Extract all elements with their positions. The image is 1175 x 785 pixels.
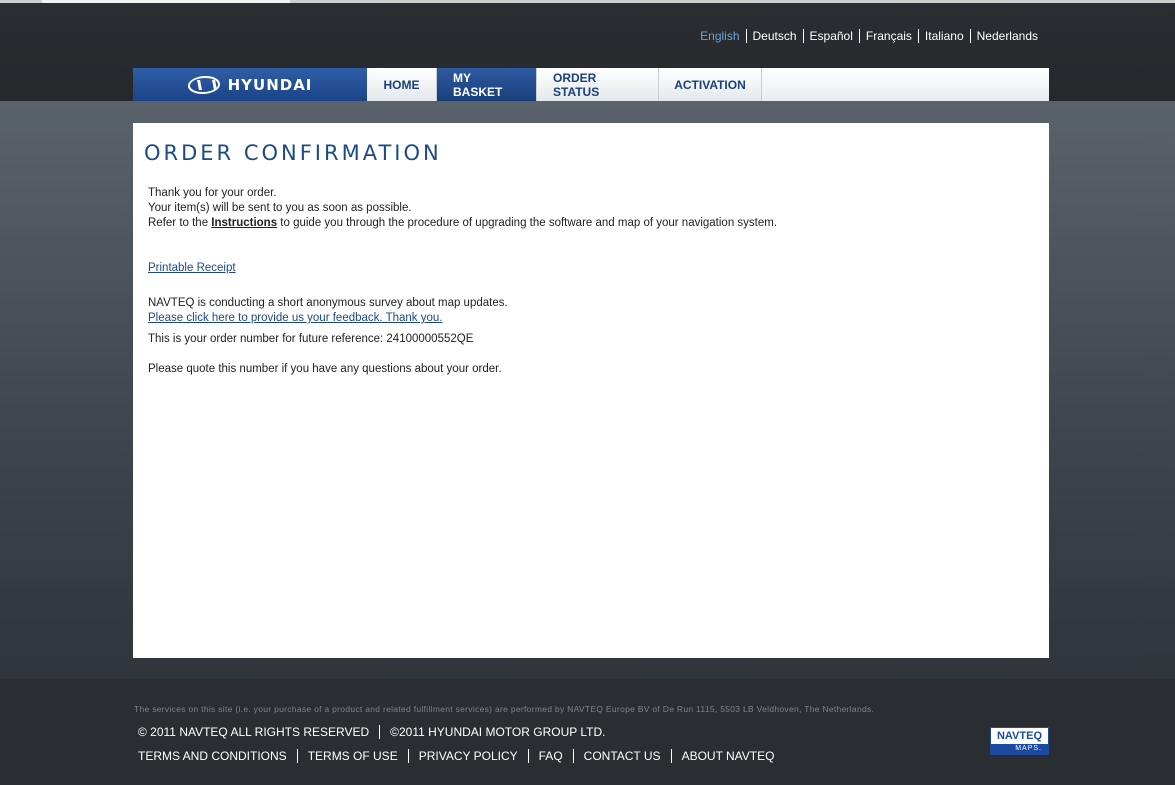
tab-home[interactable]: HOME	[367, 68, 437, 101]
language-english[interactable]: English	[694, 29, 747, 43]
survey-feedback-link[interactable]: Please click here to provide us your fee…	[148, 312, 442, 324]
order-number-text: This is your order number for future ref…	[148, 333, 474, 345]
instructions-line: Refer to the Instructions to guide you t…	[148, 216, 777, 231]
footer-link-terms-and-conditions[interactable]: TERMS AND CONDITIONS	[138, 749, 298, 763]
logo-text: HYUNDAI	[227, 75, 313, 94]
language-italiano[interactable]: Italiano	[919, 29, 971, 43]
tab-order-status[interactable]: ORDER STATUS	[537, 68, 659, 101]
language-francais[interactable]: Français	[860, 29, 919, 43]
footer-link-about-navteq[interactable]: ABOUT NAVTEQ	[682, 749, 785, 763]
footer-links: TERMS AND CONDITIONS TERMS OF USE PRIVAC…	[138, 749, 794, 763]
copyright-navteq: © 2011 NAVTEQ ALL RIGHTS RESERVED	[138, 725, 381, 739]
shipping-line: Your item(s) will be sent to you as soon…	[148, 202, 412, 214]
instructions-suffix: to guide you through the procedure of up…	[277, 217, 778, 229]
content-panel: ORDER CONFIRMATION Thank you for your or…	[133, 123, 1049, 658]
hyundai-emblem-icon	[186, 75, 222, 94]
footer-link-faq[interactable]: FAQ	[539, 749, 574, 763]
navteq-maps-logo[interactable]: NAVTEQ MAPS.	[990, 727, 1049, 755]
language-deutsch[interactable]: Deutsch	[747, 29, 804, 43]
navteq-logo-maps: MAPS.	[991, 744, 1048, 754]
thank-you-line: Thank you for your order.	[148, 187, 277, 199]
quote-text: Please quote this number if you have any…	[148, 363, 502, 375]
receipt-block: Printable Receipt	[148, 261, 236, 276]
instructions-link[interactable]: Instructions	[211, 217, 277, 229]
footer-link-privacy-policy[interactable]: PRIVACY POLICY	[419, 749, 529, 763]
footer-disclaimer: The services on this site (i.e. your pur…	[134, 704, 875, 714]
language-nederlands[interactable]: Nederlands	[971, 29, 1038, 43]
copyright-hyundai: ©2011 HYUNDAI MOTOR GROUP LTD.	[390, 725, 606, 739]
copyright-row: © 2011 NAVTEQ ALL RIGHTS RESERVED ©2011 …	[138, 725, 626, 739]
navteq-logo-text: NAVTEQ	[996, 730, 1043, 742]
main-navbar: HYUNDAI HOME MY BASKET ORDER STATUS ACTI…	[133, 68, 1049, 101]
tab-activation[interactable]: ACTIVATION	[659, 68, 762, 101]
hyundai-logo[interactable]: HYUNDAI	[133, 68, 367, 101]
language-espanol[interactable]: Español	[804, 29, 860, 43]
survey-text: NAVTEQ is conducting a short anonymous s…	[148, 297, 508, 309]
tab-my-basket[interactable]: MY BASKET	[437, 68, 537, 101]
instructions-prefix: Refer to the	[148, 217, 212, 229]
confirmation-text: Thank you for your order. Your item(s) w…	[148, 186, 777, 231]
survey-block: NAVTEQ is conducting a short anonymous s…	[148, 296, 508, 326]
footer-link-terms-of-use[interactable]: TERMS OF USE	[308, 749, 409, 763]
printable-receipt-link[interactable]: Printable Receipt	[148, 262, 236, 274]
site-footer: The services on this site (i.e. your pur…	[0, 679, 1175, 785]
footer-link-contact-us[interactable]: CONTACT US	[584, 749, 672, 763]
language-bar: English Deutsch Español Français Italian…	[694, 29, 1038, 43]
page-title: ORDER CONFIRMATION	[144, 141, 442, 165]
